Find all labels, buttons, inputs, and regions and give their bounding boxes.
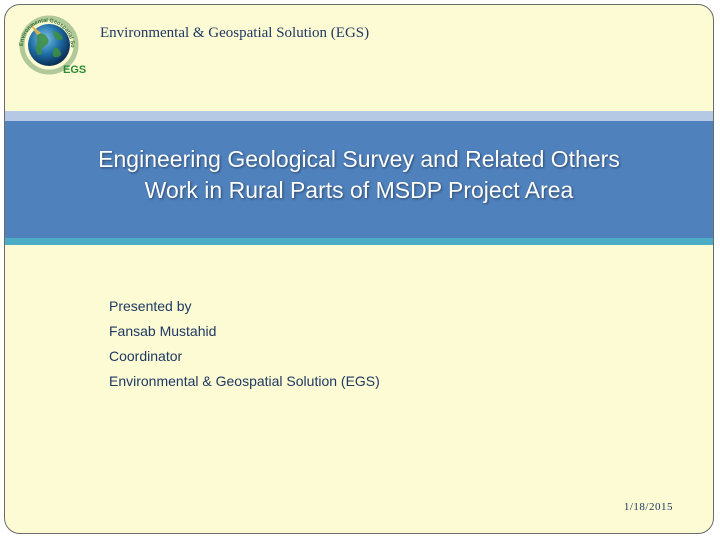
presenter-block: Presented by Fansab Mustahid Coordinator… (109, 294, 380, 394)
presenter-name: Fansab Mustahid (109, 323, 217, 339)
title-band-top-stripe (5, 111, 713, 121)
header-org-name: Environmental & Geospatial Solution (EGS… (100, 25, 370, 41)
presenter-role: Coordinator (109, 348, 183, 364)
title-band-bottom-stripe (5, 238, 713, 245)
slide-date: 1/18/2015 (623, 501, 673, 513)
slide: Environmental Geospatial Solution EGS En… (4, 4, 714, 534)
slide-title-line-1: Engineering Geological Survey and Relate… (98, 146, 620, 172)
slide-title-line-2: Work in Rural Parts of MSDP Project Area (144, 177, 574, 203)
presenter-organization: Environmental & Geospatial Solution (EGS… (109, 373, 380, 389)
slide-title: Engineering Geological Survey and Relate… (5, 144, 713, 206)
egs-globe-logo-icon: Environmental Geospatial Solution EGS (13, 13, 86, 76)
presented-by-label: Presented by (109, 298, 192, 314)
logo-text: EGS (63, 64, 86, 76)
